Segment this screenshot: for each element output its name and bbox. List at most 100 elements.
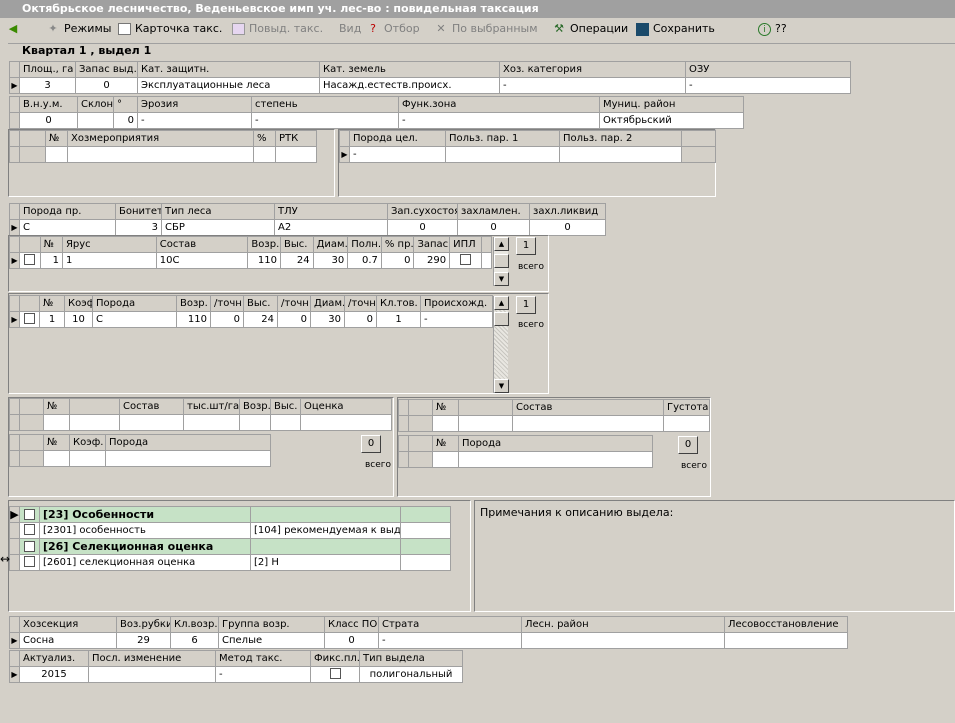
cell[interactable]: - xyxy=(499,77,686,94)
row-checkbox[interactable] xyxy=(19,311,40,328)
row-checkbox[interactable] xyxy=(19,522,40,539)
row-checkbox[interactable] xyxy=(19,252,41,269)
cell[interactable] xyxy=(724,632,848,649)
row-checkbox[interactable] xyxy=(19,538,40,555)
cell[interactable] xyxy=(458,451,653,468)
cell[interactable] xyxy=(275,146,317,163)
vid-menu[interactable]: Вид xyxy=(339,18,361,40)
cell[interactable]: Октябрьский xyxy=(599,112,744,129)
cell[interactable]: - xyxy=(215,666,311,683)
cell[interactable]: 0 xyxy=(75,77,138,94)
cell[interactable]: 1 xyxy=(376,311,421,328)
cell[interactable]: - xyxy=(420,311,493,328)
save-button[interactable]: Сохранить xyxy=(636,18,715,40)
cell[interactable] xyxy=(270,414,301,431)
cell[interactable] xyxy=(432,415,459,432)
cell[interactable]: 1 xyxy=(39,252,63,269)
scroll-thumb[interactable] xyxy=(494,254,509,268)
cell[interactable] xyxy=(45,146,68,163)
cell[interactable] xyxy=(521,632,725,649)
cell[interactable] xyxy=(559,146,682,163)
row-checkbox[interactable] xyxy=(19,554,40,571)
cell[interactable]: 10С xyxy=(155,252,249,269)
cell[interactable]: С xyxy=(92,311,177,328)
cell[interactable] xyxy=(480,252,493,269)
cell[interactable]: 0 xyxy=(529,219,606,236)
feature-row[interactable]: [2301] особенность [104] рекомендуемая к … xyxy=(9,522,451,539)
scroll-thumb[interactable] xyxy=(494,312,509,326)
cell[interactable] xyxy=(43,450,70,467)
cell[interactable] xyxy=(69,414,120,431)
scroll-up-icon[interactable]: ▲ xyxy=(494,237,509,251)
kartochka-button[interactable]: Карточка такс. xyxy=(118,18,222,40)
cell[interactable]: 110 xyxy=(247,252,282,269)
feature-row[interactable]: [2601] селекционная оценка [2] Н xyxy=(9,554,451,571)
cell[interactable]: 0 xyxy=(324,632,379,649)
scroll-down-icon[interactable]: ▼ xyxy=(494,272,509,286)
cell[interactable] xyxy=(77,112,114,129)
cell[interactable]: Насажд.естеств.происх. xyxy=(319,77,500,94)
cell[interactable]: 30 xyxy=(312,252,349,269)
fixed-plot-checkbox[interactable] xyxy=(310,666,360,683)
cell[interactable]: полигональный xyxy=(359,666,463,683)
cell[interactable]: 10 xyxy=(64,311,93,328)
cell[interactable] xyxy=(239,414,271,431)
feature-group-row[interactable]: [26] Селекционная оценка xyxy=(9,538,451,555)
cell[interactable]: 0 xyxy=(387,219,458,236)
cell[interactable]: Эксплуатационные леса xyxy=(137,77,320,94)
cell[interactable]: 3 xyxy=(115,219,162,236)
cell[interactable]: 0.7 xyxy=(347,252,382,269)
cell[interactable]: 30 xyxy=(310,311,345,328)
cell[interactable] xyxy=(663,415,710,432)
otbor-button[interactable]: ? Отбор xyxy=(366,18,419,40)
cell[interactable] xyxy=(43,414,70,431)
cell[interactable]: - xyxy=(137,112,252,129)
cell[interactable] xyxy=(67,146,254,163)
cell[interactable]: - xyxy=(251,112,399,129)
cell[interactable]: 24 xyxy=(243,311,278,328)
cell[interactable] xyxy=(88,666,216,683)
cell[interactable] xyxy=(253,146,276,163)
cell[interactable]: 0 xyxy=(380,252,415,269)
cell[interactable]: - xyxy=(685,77,851,94)
back-button[interactable]: ◀ xyxy=(6,18,24,40)
cell[interactable] xyxy=(512,415,664,432)
cell[interactable]: С xyxy=(19,219,116,236)
cell[interactable]: 1 xyxy=(61,252,157,269)
cell[interactable] xyxy=(183,414,240,431)
cell[interactable]: 1 xyxy=(39,311,65,328)
cell[interactable]: 0 xyxy=(210,311,244,328)
cell[interactable] xyxy=(119,414,184,431)
scroll-down-icon[interactable]: ▼ xyxy=(494,379,509,393)
cell[interactable]: 6 xyxy=(170,632,219,649)
cell[interactable]: 0 xyxy=(277,311,311,328)
cell[interactable]: 0 xyxy=(344,311,377,328)
cell[interactable]: 2015 xyxy=(19,666,89,683)
cell[interactable] xyxy=(432,451,459,468)
cell[interactable]: 290 xyxy=(413,252,451,269)
cell[interactable]: 0 xyxy=(113,112,138,129)
cell[interactable]: - xyxy=(378,632,522,649)
cell[interactable]: СБР xyxy=(161,219,275,236)
resize-handle-icon[interactable]: ↔ xyxy=(0,552,10,566)
feature-group-row[interactable]: ▶ [23] Особенности xyxy=(9,506,451,523)
cell[interactable]: 0 xyxy=(19,112,78,129)
cell[interactable]: Спелые xyxy=(218,632,325,649)
layers-scrollbar[interactable]: ▲ ▼ xyxy=(493,237,509,286)
cell[interactable]: А2 xyxy=(274,219,388,236)
cell[interactable]: Сосна xyxy=(19,632,117,649)
rezhimy-button[interactable]: ✦ Режимы xyxy=(46,18,111,40)
cell[interactable]: 24 xyxy=(280,252,314,269)
cell[interactable] xyxy=(105,450,271,467)
operacii-button[interactable]: ⚒ Операции xyxy=(552,18,628,40)
cell[interactable]: - xyxy=(349,146,446,163)
povid-button[interactable]: Повыд. такс. xyxy=(232,18,323,40)
cell[interactable] xyxy=(445,146,560,163)
ipl-checkbox[interactable] xyxy=(449,252,482,269)
cell[interactable]: 3 xyxy=(19,77,76,94)
cell[interactable]: 110 xyxy=(176,311,211,328)
cell[interactable] xyxy=(300,414,392,431)
species-scrollbar[interactable]: ▲ ▼ xyxy=(493,296,509,393)
cell[interactable]: 29 xyxy=(116,632,171,649)
help-button[interactable]: i?? xyxy=(758,18,787,40)
